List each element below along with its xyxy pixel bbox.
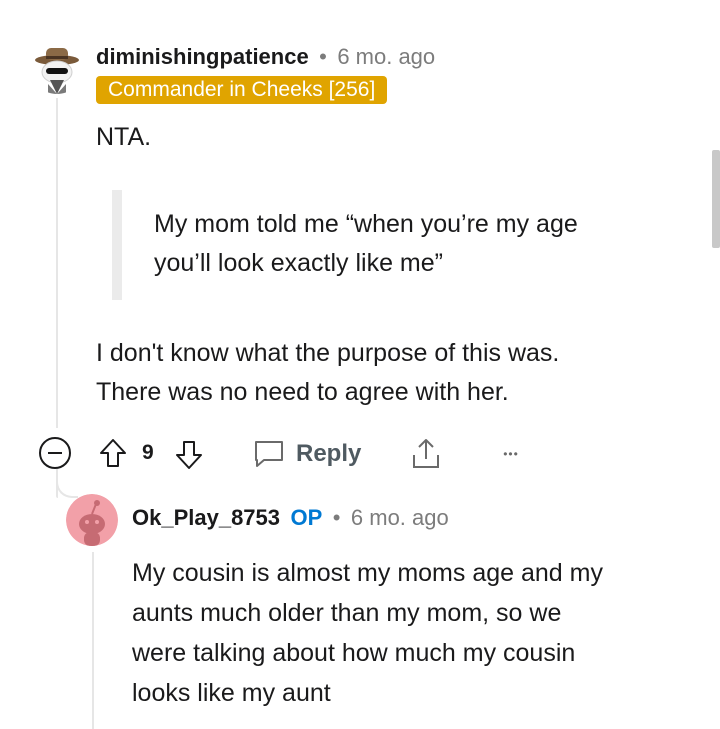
comment-header: diminishingpatience • 6 mo. ago xyxy=(96,42,435,75)
reply-label: Reply xyxy=(296,440,362,467)
reply-user-avatar[interactable] xyxy=(66,494,118,546)
comment-username[interactable]: diminishingpatience xyxy=(96,44,309,69)
reply-body-line: looks like my aunt xyxy=(132,679,331,707)
reply-body: My cousin is almost my moms age and my a… xyxy=(132,553,603,713)
thread-line-reply[interactable] xyxy=(92,552,94,729)
reply-bubble-icon xyxy=(255,441,283,467)
comment-timestamp: 6 mo. ago xyxy=(337,44,436,69)
reply-timestamp: 6 mo. ago xyxy=(350,505,449,530)
op-badge: OP xyxy=(290,505,323,530)
comment-action-bar: 9 Reply ••• xyxy=(0,432,720,476)
separator-dot: • xyxy=(319,44,327,69)
blockquote-line: My mom told me “when you’re my age xyxy=(154,210,578,238)
reply-body-line: aunts much older than my mom, so we xyxy=(132,599,562,627)
snoo-pink-avatar-icon xyxy=(66,494,118,546)
share-button[interactable] xyxy=(408,434,444,474)
reply-body-line: My cousin is almost my moms age and my xyxy=(132,559,603,587)
more-dots-icon: ••• xyxy=(503,447,519,461)
snoo-avatar-icon xyxy=(32,44,82,94)
reply-button[interactable]: Reply xyxy=(246,434,367,474)
scrollbar[interactable] xyxy=(712,150,720,248)
vote-score: 9 xyxy=(142,441,154,464)
upvote-arrow-icon xyxy=(100,439,126,467)
reply-body-line: were talking about how much my cousin xyxy=(132,639,576,667)
reply-header: Ok_Play_8753 OP • 6 mo. ago xyxy=(132,503,449,536)
thread-line-main[interactable] xyxy=(56,98,58,428)
reply-username[interactable]: Ok_Play_8753 xyxy=(132,505,280,530)
user-flair: Commander in Cheeks [256] xyxy=(96,76,388,104)
upvote-button[interactable] xyxy=(96,436,130,470)
user-avatar[interactable] xyxy=(32,44,82,94)
blockquote-line: you’ll look exactly like me” xyxy=(154,249,443,277)
comment-body-line: I don't know what the purpose of this wa… xyxy=(96,339,560,367)
blockquote-bar xyxy=(112,190,122,300)
collapse-minus-icon xyxy=(39,437,71,469)
downvote-arrow-icon xyxy=(176,441,202,469)
comment-verdict: NTA. xyxy=(96,123,152,151)
blockquote-text: My mom told me “when you’re my age you’l… xyxy=(154,205,578,283)
more-options-button[interactable]: ••• xyxy=(494,440,528,468)
downvote-button[interactable] xyxy=(172,438,206,472)
share-icon xyxy=(413,439,439,468)
comment-body-line: There was no need to agree with her. xyxy=(96,378,509,406)
comment-body: I don't know what the purpose of this wa… xyxy=(96,334,559,412)
separator-dot: • xyxy=(332,505,341,530)
collapse-button[interactable] xyxy=(38,436,72,470)
